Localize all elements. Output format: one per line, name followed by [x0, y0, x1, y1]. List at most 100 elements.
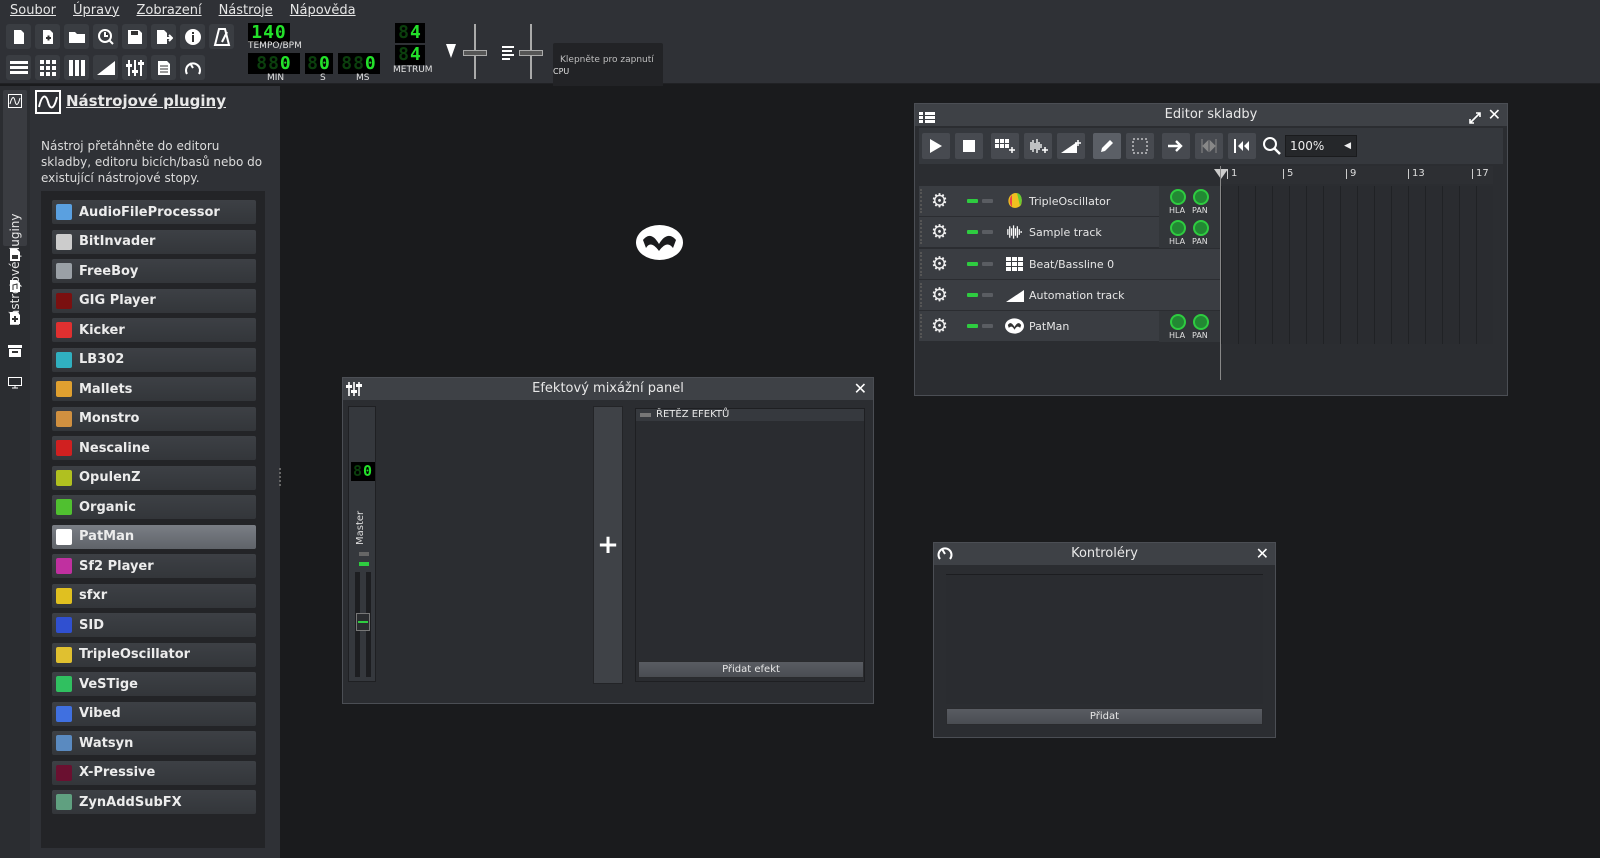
track-mute-led[interactable] — [967, 292, 978, 297]
effects-chain-toggle[interactable] — [640, 413, 651, 417]
plugin-item[interactable]: Organic — [52, 495, 256, 519]
plugin-item[interactable]: BitInvader — [52, 229, 256, 254]
mixer-icon[interactable] — [122, 55, 147, 80]
track-grip[interactable] — [920, 282, 924, 307]
track-grip[interactable] — [920, 251, 924, 276]
new-file-icon[interactable] — [6, 24, 31, 49]
track-name[interactable]: PatMan — [1029, 320, 1069, 333]
plugin-item[interactable]: Watsyn — [52, 731, 256, 755]
track-row[interactable]: ⚙ Automation track — [919, 279, 1221, 311]
info-icon[interactable] — [180, 24, 205, 49]
plugin-item[interactable]: Nescaline — [52, 436, 256, 460]
beat-bassline-icon[interactable] — [35, 55, 60, 80]
track-mute-led[interactable] — [967, 324, 978, 329]
project-notes-icon[interactable] — [151, 55, 176, 80]
menu-zobrazeni[interactable]: Zobrazení — [126, 3, 208, 18]
select-mode-button[interactable] — [1126, 133, 1154, 159]
menu-napoveda[interactable]: Nápověda — [280, 3, 363, 18]
stop-behaviour-button[interactable] — [1228, 133, 1256, 159]
track-solo-led[interactable] — [982, 230, 993, 235]
track-name[interactable]: Sample track — [1029, 226, 1102, 239]
track-settings-gear-icon[interactable]: ⚙ — [931, 190, 948, 212]
track-solo-led[interactable] — [982, 199, 993, 203]
recent-files-icon[interactable] — [93, 24, 118, 49]
plugin-item[interactable]: Vibed — [52, 701, 256, 726]
zoom-dropdown-icon[interactable]: ◀ — [1344, 136, 1351, 156]
zoom-select[interactable]: 100% ◀ — [1285, 135, 1357, 157]
playhead-marker-icon[interactable] — [1214, 169, 1228, 179]
auto-scroll-button[interactable] — [1162, 133, 1190, 159]
plugin-item[interactable]: sfxr — [52, 583, 256, 608]
computer-icon[interactable] — [8, 376, 22, 390]
new-from-template-icon[interactable] — [35, 24, 60, 49]
my-samples-icon[interactable] — [8, 279, 22, 293]
my-projects-icon[interactable] — [8, 248, 22, 262]
add-automation-track-button[interactable] — [1057, 133, 1085, 159]
controllers-titlebar[interactable]: Kontroléry — [934, 543, 1275, 565]
plugin-item[interactable]: X-Pressive — [52, 760, 256, 785]
plugin-item[interactable]: ZynAddSubFX — [52, 790, 256, 814]
song-editor-icon[interactable] — [6, 55, 31, 80]
track-mute-led[interactable] — [967, 230, 978, 235]
meter-denominator[interactable]: 84 — [395, 45, 425, 65]
plugin-item[interactable]: FreeBoy — [52, 259, 256, 283]
track-row[interactable]: ⚙ Beat/Bassline 0 — [919, 248, 1221, 280]
track-row[interactable]: ⚙ Sample track HLA PAN — [919, 217, 1221, 249]
pattern-grid[interactable] — [1221, 186, 1493, 344]
metronome-icon[interactable] — [209, 24, 234, 49]
controller-rack-icon[interactable] — [180, 55, 205, 80]
my-presets-icon[interactable] — [8, 311, 22, 325]
save-icon[interactable] — [122, 24, 147, 49]
plugin-item[interactable]: Sf2 Player — [52, 554, 256, 578]
track-solo-led[interactable] — [982, 261, 993, 266]
maximize-icon[interactable] — [1469, 109, 1481, 128]
menu-nastroje[interactable]: Nástroje — [209, 3, 280, 18]
fx-mixer-titlebar[interactable]: Efektový mixážní panel — [343, 378, 873, 400]
plugin-item[interactable]: VeSTige — [52, 672, 256, 696]
add-effect-button[interactable]: Přidat efekt — [638, 661, 864, 678]
channel-mute-led[interactable] — [359, 562, 369, 566]
menu-soubor[interactable]: Soubor — [0, 3, 63, 18]
track-name[interactable]: Beat/Bassline 0 — [1029, 258, 1114, 271]
track-solo-led[interactable] — [982, 324, 993, 329]
plugin-item[interactable]: SID — [52, 613, 256, 637]
master-pitch-slider[interactable] — [519, 24, 543, 79]
controllers-close-icon[interactable]: ✕ — [1256, 544, 1269, 563]
plugin-item[interactable]: Kicker — [52, 318, 256, 342]
master-channel-strip[interactable]: 80 Master — [348, 406, 376, 682]
add-sample-track-button[interactable] — [1024, 133, 1052, 159]
piano-roll-icon[interactable] — [64, 55, 89, 80]
plugin-item[interactable]: PatMan — [52, 524, 256, 549]
tempo-display[interactable]: 140 — [248, 23, 290, 43]
track-grip[interactable] — [920, 314, 924, 339]
song-editor-close-icon[interactable]: ✕ — [1488, 105, 1501, 124]
play-button[interactable] — [922, 133, 950, 159]
plugin-item[interactable]: Mallets — [52, 377, 256, 401]
channel-fader[interactable] — [356, 613, 370, 631]
loop-points-button[interactable] — [1195, 133, 1223, 159]
volume-knob[interactable] — [1170, 189, 1186, 205]
pan-knob[interactable] — [1193, 189, 1209, 205]
master-volume-slider[interactable] — [463, 24, 487, 79]
my-home-icon[interactable] — [8, 344, 22, 358]
track-name[interactable]: TripleOscillator — [1029, 195, 1110, 208]
track-mute-led[interactable] — [967, 261, 978, 266]
timeline-ruler[interactable]: 1 5 9 13 17 — [1214, 166, 1493, 184]
plugin-item[interactable]: OpulenZ — [52, 465, 256, 490]
add-beat-bassline-button[interactable] — [991, 133, 1019, 159]
song-editor-titlebar[interactable]: Editor skladby — [915, 104, 1507, 126]
export-icon[interactable] — [151, 24, 176, 49]
open-folder-icon[interactable] — [64, 24, 89, 49]
add-channel-button[interactable]: + — [593, 406, 623, 684]
plugin-item[interactable]: AudioFileProcessor — [52, 200, 256, 224]
track-settings-gear-icon[interactable]: ⚙ — [931, 315, 948, 337]
track-solo-led[interactable] — [982, 292, 993, 297]
meter-numerator[interactable]: 84 — [395, 23, 425, 43]
add-controller-button[interactable]: Přidat — [946, 708, 1263, 725]
plugin-item[interactable]: Monstro — [52, 406, 256, 431]
track-mute-led[interactable] — [967, 199, 978, 203]
track-settings-gear-icon[interactable]: ⚙ — [931, 253, 948, 275]
fx-mixer-close-icon[interactable]: ✕ — [854, 379, 867, 398]
track-grip[interactable] — [920, 189, 924, 213]
plugin-item[interactable]: TripleOscillator — [52, 642, 256, 667]
